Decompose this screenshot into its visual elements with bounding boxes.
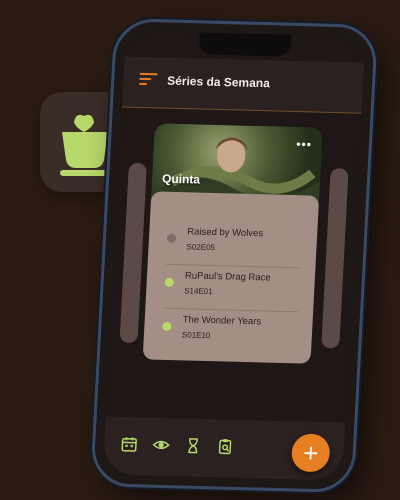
phone-notch	[198, 32, 292, 57]
phone-mockup: Séries da Semana Quinta ••• Raised by Wo…	[90, 18, 379, 494]
menu-icon[interactable]	[139, 72, 158, 87]
clipboard-search-icon[interactable]	[216, 437, 235, 455]
episode-title: The Wonder Years	[182, 314, 262, 328]
calendar-icon[interactable]	[120, 435, 139, 453]
phone-frame: Séries da Semana Quinta ••• Raised by Wo…	[90, 18, 379, 494]
episode-title: Raised by Wolves	[187, 226, 264, 240]
watched-status-dot	[162, 321, 172, 332]
add-button[interactable]: +	[290, 433, 331, 473]
previous-day-card[interactable]	[119, 162, 147, 344]
episode-code: S01E10	[181, 330, 211, 341]
episode-code: S14E01	[183, 286, 213, 297]
watched-status-dot	[166, 233, 177, 244]
watched-status-dot	[164, 277, 174, 288]
episode-title: RuPaul's Drag Race	[184, 270, 271, 284]
list-item[interactable]: Raised by Wolves S02E05	[165, 219, 304, 269]
top-app-bar: Séries da Semana	[121, 56, 365, 114]
episode-code: S02E05	[186, 242, 216, 253]
hourglass-icon[interactable]	[184, 437, 203, 455]
page-title: Séries da Semana	[166, 73, 271, 91]
next-day-card[interactable]	[321, 167, 349, 349]
eye-icon[interactable]	[152, 436, 171, 454]
phone-screen: Séries da Semana Quinta ••• Raised by Wo…	[102, 30, 366, 481]
episode-list: Raised by Wolves S02E05 RuPaul's Drag Ra…	[142, 191, 320, 364]
list-item[interactable]: RuPaul's Drag Race S14E01	[163, 263, 302, 313]
list-item[interactable]: The Wonder Years S01E10	[161, 308, 299, 356]
more-dots-icon[interactable]: •••	[296, 137, 312, 151]
poster-day-label: Quinta	[161, 171, 201, 187]
bottom-navigation: +	[102, 416, 346, 481]
